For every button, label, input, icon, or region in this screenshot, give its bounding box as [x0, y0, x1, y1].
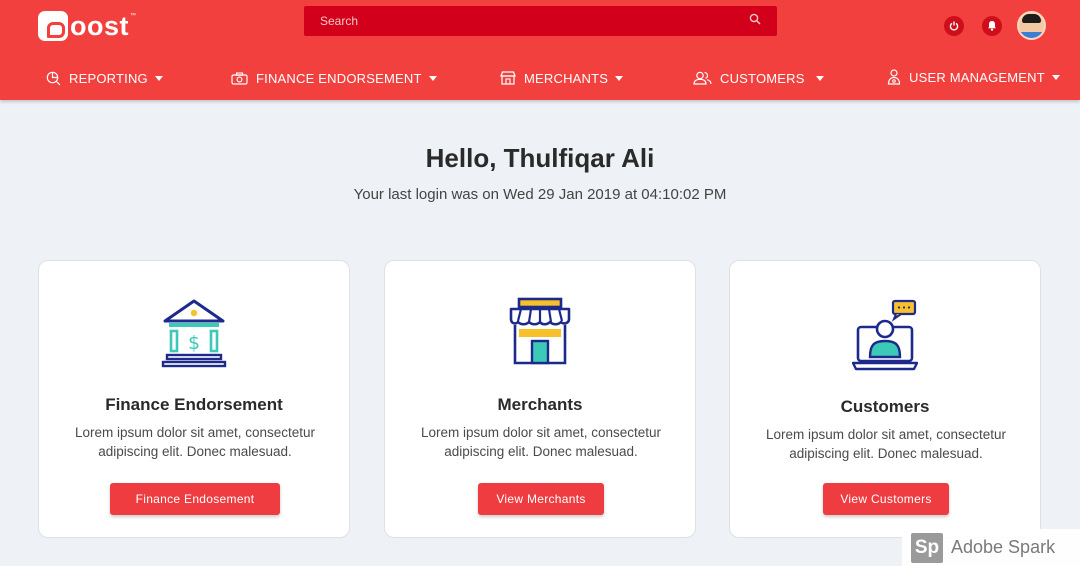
card-title: Customers [840, 397, 930, 416]
search-icon[interactable] [749, 12, 761, 30]
nav-customers[interactable]: CUSTOMERS [693, 62, 824, 94]
top-header: oost ™ Search REPORTING FINANCE ENDORSEM… [0, 0, 1080, 100]
main-nav: REPORTING FINANCE ENDORSEMENT MERCHANTS … [0, 62, 1080, 94]
adobe-spark-watermark: Sp Adobe Spark [902, 529, 1080, 566]
power-icon [949, 21, 959, 31]
logo-text: oost [70, 11, 129, 41]
power-button[interactable] [944, 15, 964, 36]
spark-logo: Sp [911, 532, 943, 563]
svg-text:$: $ [188, 332, 200, 354]
logo-mark [38, 11, 68, 41]
nav-user-management[interactable]: USER MANAGEMENT [887, 61, 1060, 93]
chevron-down-icon [154, 75, 163, 81]
card-finance-endorsement: $ Finance Endorsement Lorem ipsum dolor … [38, 260, 350, 538]
nav-finance-endorsement[interactable]: FINANCE ENDORSEMENT [231, 62, 437, 94]
card-description: Lorem ipsum dolor sit amet, consectetur … [765, 427, 1007, 461]
chevron-down-icon [428, 75, 437, 81]
chevron-down-icon [615, 75, 624, 81]
chevron-down-icon [1051, 74, 1060, 80]
user-settings-icon [887, 69, 901, 85]
page-title: Hello, Thulfiqar Ali [425, 143, 655, 173]
customer-laptop-icon [852, 299, 918, 371]
logo-trademark: ™ [130, 13, 136, 19]
card-description: Lorem ipsum dolor sit amet, consectetur … [74, 425, 316, 459]
boost-logo[interactable]: oost ™ [38, 11, 136, 41]
nav-reporting[interactable]: REPORTING [46, 62, 163, 94]
nav-finance-endorsement-label: FINANCE ENDORSEMENT [256, 70, 422, 86]
view-customers-button[interactable]: View Customers [823, 483, 949, 515]
card-merchants: Merchants Lorem ipsum dolor sit amet, co… [384, 260, 696, 538]
card-title: Merchants [497, 395, 583, 414]
camera-icon [231, 71, 248, 85]
chevron-down-icon [815, 75, 824, 81]
card-description: Lorem ipsum dolor sit amet, consectetur … [420, 425, 662, 459]
last-login-text: Your last login was on Wed 29 Jan 2019 a… [353, 186, 727, 203]
search-placeholder: Search [320, 14, 359, 28]
finance-endorsement-button[interactable]: Finance Endosement [110, 483, 280, 515]
header-actions [944, 11, 1046, 40]
user-avatar[interactable] [1017, 11, 1046, 40]
card-customers: Customers Lorem ipsum dolor sit amet, co… [729, 260, 1041, 538]
nav-user-management-label: USER MANAGEMENT [909, 69, 1045, 85]
nav-merchants-label: MERCHANTS [524, 70, 609, 86]
notifications-button[interactable] [982, 15, 1002, 36]
store-icon [500, 71, 516, 85]
nav-customers-label: CUSTOMERS [720, 70, 805, 86]
bell-icon [988, 21, 996, 31]
view-merchants-button[interactable]: View Merchants [478, 483, 604, 515]
nav-merchants[interactable]: MERCHANTS [500, 62, 624, 94]
reporting-icon [46, 71, 61, 85]
bank-icon: $ [161, 299, 227, 368]
nav-reporting-label: REPORTING [69, 70, 148, 86]
watermark-text: Adobe Spark [951, 537, 1056, 557]
search-input[interactable]: Search [304, 6, 777, 36]
card-title: Finance Endorsement [105, 395, 283, 414]
users-icon [693, 71, 712, 85]
shop-icon [509, 297, 571, 365]
